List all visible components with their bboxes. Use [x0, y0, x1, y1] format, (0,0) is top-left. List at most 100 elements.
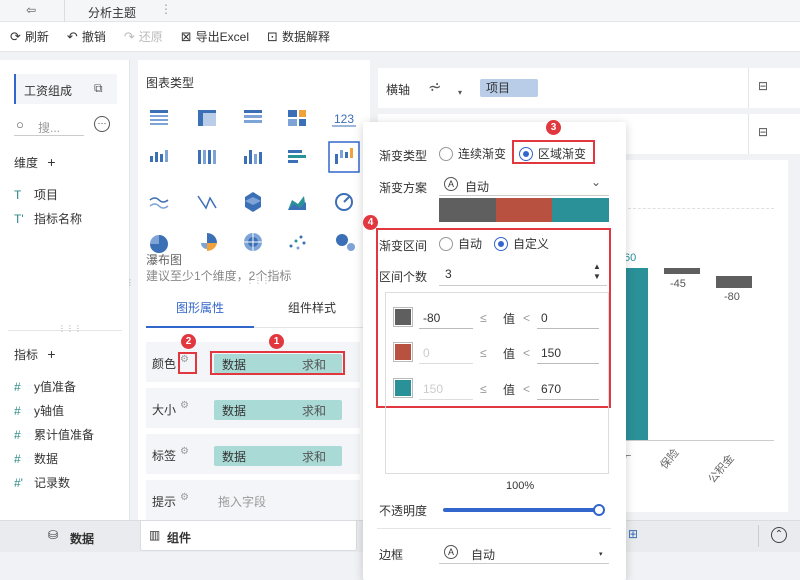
x-tick-label: 公积金 — [706, 452, 737, 486]
tab-component-style[interactable]: 组件样式 — [258, 288, 366, 328]
operator-le: ≤ — [480, 382, 487, 396]
interval-color-swatch[interactable] — [393, 378, 413, 398]
value-label: 值 — [503, 347, 516, 361]
switch-dataset-icon[interactable]: ⧉ — [94, 81, 103, 96]
database-icon: ⛁ — [48, 528, 59, 542]
resize-handle[interactable]: ⋮⋮⋮ — [58, 324, 82, 333]
highlight-box — [512, 140, 595, 164]
opacity-slider-handle[interactable] — [593, 504, 605, 516]
dimension-item[interactable]: T 项目 — [14, 186, 58, 203]
step-badge: 3 — [546, 120, 561, 135]
text-type-icon: T — [14, 188, 22, 202]
label-settings-icon[interactable]: ⚙ — [180, 446, 189, 457]
measure-item[interactable]: # 累计值准备 — [14, 426, 94, 443]
size-label: 大小 — [152, 403, 177, 417]
interval-count-stepper[interactable]: 3 ▲ ▼ — [439, 262, 607, 286]
divider — [377, 528, 611, 529]
tooltip-drop-zone[interactable]: 拖入字段 — [218, 493, 266, 510]
measure-item[interactable]: #' 记录数 — [14, 474, 70, 491]
interval-custom-option[interactable]: 自定义 — [494, 235, 549, 252]
number-type-icon: # — [14, 380, 21, 394]
chevron-down-icon: ⌄ — [591, 175, 602, 189]
stepper-arrows-icon[interactable]: ▲ ▼ — [593, 262, 601, 282]
size-settings-icon[interactable]: ⚙ — [180, 400, 189, 411]
tooltip-settings-icon[interactable]: ⚙ — [180, 492, 189, 503]
waterfall-bar[interactable] — [626, 268, 648, 440]
grid-line — [628, 208, 774, 209]
add-dimension-icon[interactable]: + — [47, 154, 55, 170]
undo-icon: ↶ — [66, 28, 78, 44]
refresh-button[interactable]: ⟳ 刷新 — [10, 28, 49, 45]
waterfall-bar[interactable] — [716, 276, 752, 288]
tooltip-property-row: 提示 ⚙ 拖入字段 — [146, 480, 360, 520]
tab-shape-properties[interactable]: 图形属性 — [146, 288, 254, 328]
back-icon[interactable]: ⇦ — [26, 3, 36, 17]
dimension-item[interactable]: T' 指标名称 — [14, 210, 82, 227]
toolbar: ⟳ 刷新 ↶ 撤销 ↷ 还原 ⊠ 导出Excel ⊡ 数据解释 — [0, 22, 800, 52]
area-chart-icon — [288, 196, 306, 210]
measure-item[interactable]: # y轴值 — [14, 402, 64, 419]
gradient-scheme-select[interactable]: A 自动 ⌄ — [439, 172, 609, 196]
data-tab[interactable]: 数据 — [70, 530, 94, 547]
grouped-bar-icon — [150, 150, 168, 162]
tab-title[interactable]: 分析主题 — [88, 4, 136, 21]
top-bar: ⇦ 分析主题 ⋮ — [0, 0, 800, 22]
operator-lt: < — [523, 346, 531, 360]
stacked-bar-icon — [198, 150, 216, 164]
value-label: 值 — [503, 312, 516, 326]
interval-to-input[interactable]: 150 — [537, 342, 599, 364]
opacity-label: 不透明度 — [379, 504, 428, 518]
measure-item[interactable]: # 数据 — [14, 450, 58, 467]
number-type-icon: # — [14, 452, 21, 466]
interval-color-swatch[interactable] — [393, 307, 413, 327]
size-field-pill[interactable]: 数据 求和 — [214, 400, 342, 420]
opacity-slider-track[interactable] — [443, 508, 599, 512]
axis-type-icon[interactable]: ⩫ — [428, 77, 441, 97]
undo-button[interactable]: ↶ 撤销 — [67, 28, 106, 45]
x-axis-line — [618, 440, 774, 441]
table-chart-icon — [150, 110, 168, 125]
number-chart-icon: 123 — [334, 112, 354, 126]
measure-item[interactable]: # y值准备 — [14, 378, 76, 395]
interval-auto-option[interactable]: 自动 — [439, 235, 482, 252]
redo-icon: ↷ — [123, 28, 135, 44]
redo-button[interactable]: ↷ 还原 — [124, 28, 163, 45]
waterfall-bar[interactable] — [664, 268, 700, 274]
search-input[interactable]: ○ 搜... — [14, 116, 84, 136]
interval-color-swatch[interactable] — [393, 342, 413, 362]
interval-from-input: 0 — [419, 342, 473, 364]
add-measure-icon[interactable]: + — [47, 346, 55, 362]
gradient-scheme-label: 渐变方案 — [379, 181, 428, 195]
search-placeholder: 搜... — [38, 121, 61, 135]
text-type-icon: T' — [14, 212, 24, 226]
x-axis-field-pill[interactable]: 项目 — [480, 79, 538, 97]
radio-icon — [494, 236, 508, 251]
bar-chart-icon — [288, 150, 306, 163]
collapse-up-icon[interactable]: ⌃ — [771, 527, 787, 543]
kpi-card-icon — [288, 110, 306, 126]
border-select[interactable]: A 自动 ▾ — [439, 540, 609, 564]
add-component-icon[interactable]: ⊞ — [628, 527, 638, 541]
waterfall-name: 瀑布图 — [146, 253, 183, 267]
interval-from-input[interactable]: -80 — [419, 307, 473, 329]
continuous-gradient-option[interactable]: 连续渐变 — [439, 145, 506, 162]
interval-to-input[interactable]: 670 — [537, 378, 599, 400]
auto-icon: A — [444, 545, 458, 559]
data-explain-button[interactable]: ⊡ 数据解释 — [267, 28, 330, 45]
resize-handle[interactable]: ⋮ — [126, 278, 134, 287]
lock-icon[interactable]: ⊟ — [758, 125, 768, 139]
operator-le: ≤ — [480, 311, 487, 325]
chevron-down-icon[interactable]: ▾ — [458, 88, 462, 97]
divider — [64, 0, 65, 22]
dataset-selector[interactable]: 工资组成 ⧉ — [14, 74, 117, 104]
label-field-pill[interactable]: 数据 求和 — [214, 446, 342, 466]
interval-from-input: 150 — [419, 378, 473, 400]
more-icon[interactable]: ⋮ — [160, 2, 172, 16]
interval-to-input[interactable]: 0 — [537, 307, 599, 329]
component-tab[interactable]: ▥ 组件 — [140, 521, 357, 551]
waterfall-chart-selected — [328, 141, 360, 173]
resize-handle[interactable]: ⋮⋮⋮ — [246, 276, 270, 285]
export-excel-button[interactable]: ⊠ 导出Excel — [181, 28, 249, 45]
more-options-icon[interactable]: ··· — [94, 116, 110, 132]
lock-icon[interactable]: ⊟ — [758, 79, 768, 93]
